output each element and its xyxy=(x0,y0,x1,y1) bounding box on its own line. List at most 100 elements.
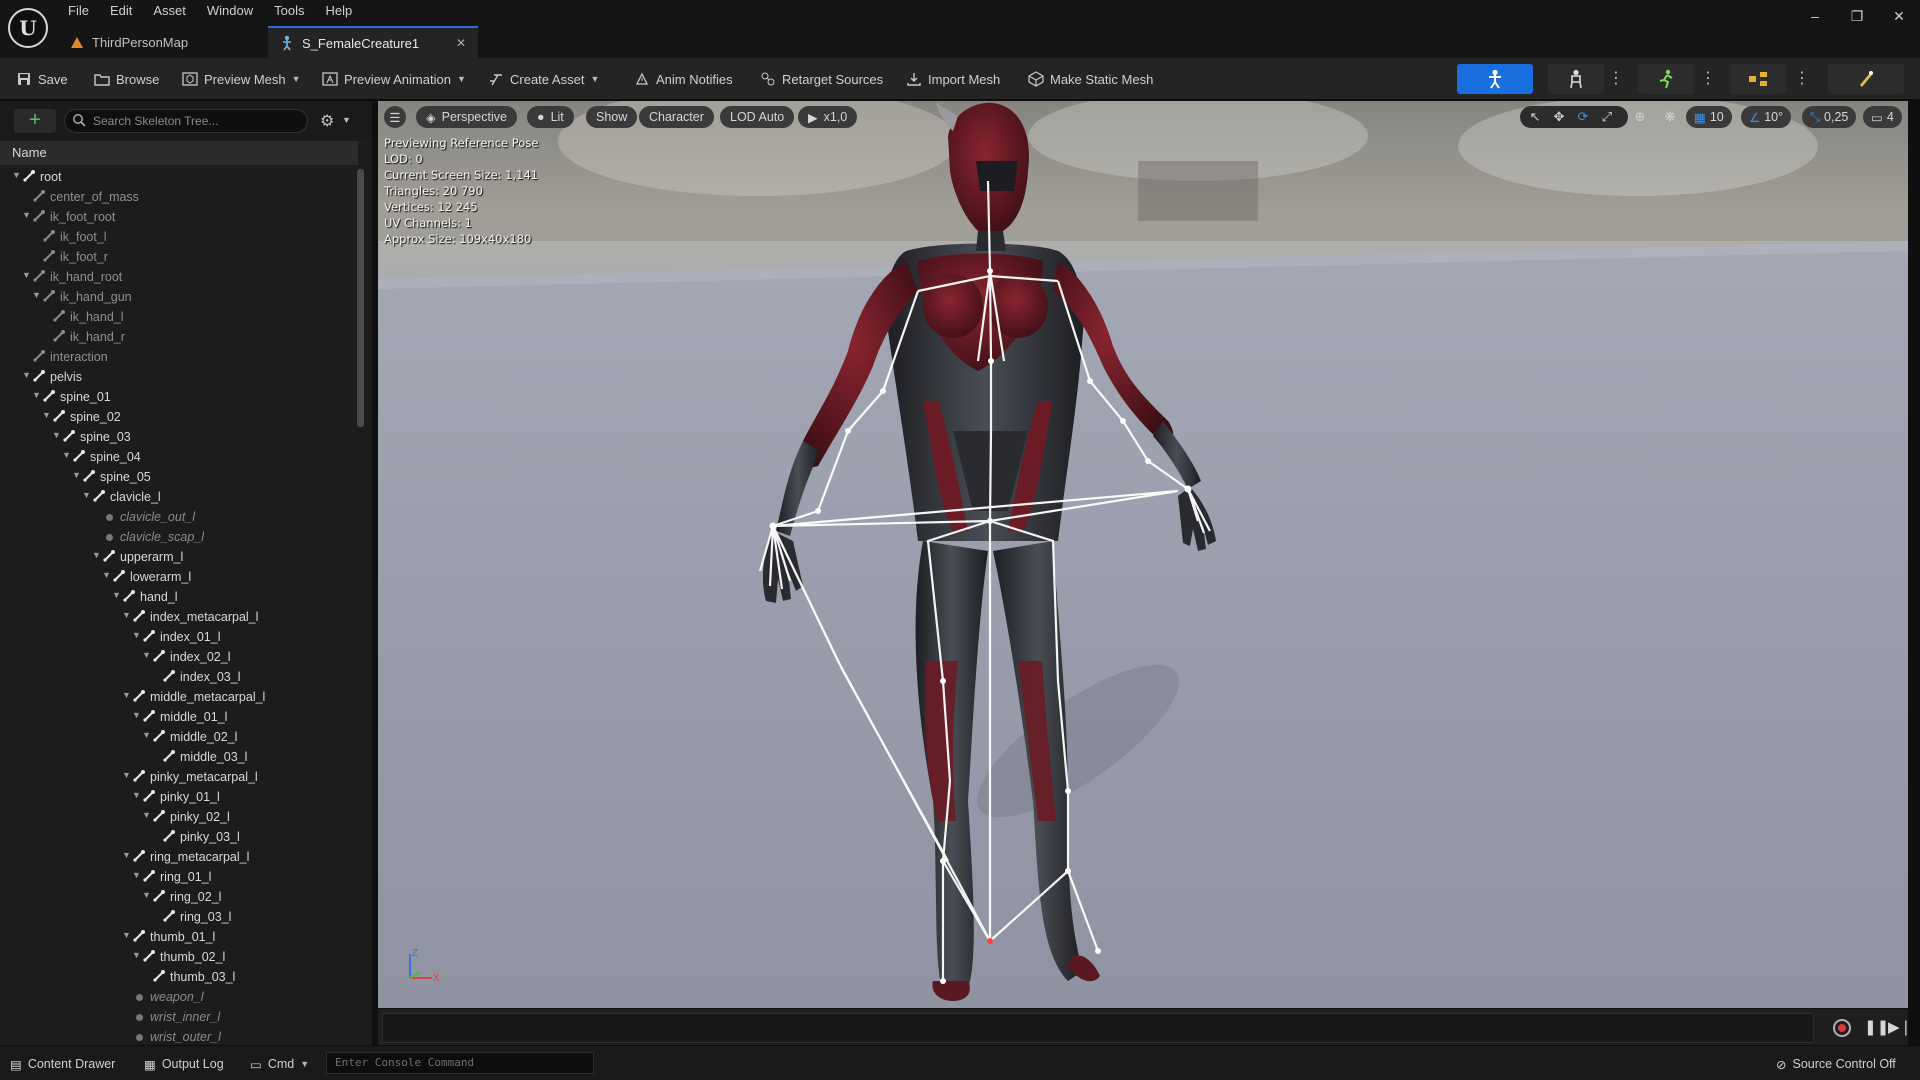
bone-row[interactable]: ▼ spine_04 xyxy=(0,447,358,467)
bone-row[interactable]: ▼ index_01_l xyxy=(0,627,358,647)
show-button[interactable]: Show xyxy=(586,106,638,128)
expand-arrow-icon[interactable]: ▼ xyxy=(42,410,51,420)
bone-row[interactable]: ik_hand_r xyxy=(0,327,358,347)
output-log-button[interactable]: ▦ Output Log xyxy=(144,1055,224,1073)
bone-row[interactable]: ▼ pinky_02_l xyxy=(0,807,358,827)
expand-arrow-icon[interactable]: ▼ xyxy=(12,170,21,180)
mesh-mode-button[interactable] xyxy=(1548,64,1604,94)
close-tab-icon[interactable]: ✕ xyxy=(456,36,466,50)
expand-arrow-icon[interactable]: ▼ xyxy=(132,790,141,800)
menu-file[interactable]: File xyxy=(60,0,102,22)
bone-row[interactable]: ▼ thumb_02_l xyxy=(0,947,358,967)
more-options-icon[interactable]: ⋮ xyxy=(1794,66,1810,92)
bone-row[interactable]: middle_03_l xyxy=(0,747,358,767)
bone-row[interactable]: ik_foot_l xyxy=(0,227,358,247)
skeleton-search-input[interactable]: Search Skeleton Tree... xyxy=(64,109,308,133)
gear-icon[interactable]: ⚙ xyxy=(320,111,334,131)
bone-row[interactable]: ▼ middle_01_l xyxy=(0,707,358,727)
bone-row[interactable]: ▼ hand_l xyxy=(0,587,358,607)
record-button[interactable] xyxy=(1833,1019,1851,1037)
bone-row[interactable]: ▼ ik_hand_root xyxy=(0,267,358,287)
menu-window[interactable]: Window xyxy=(199,0,266,22)
browse-button[interactable]: Browse xyxy=(94,67,159,91)
bone-row[interactable]: ▼ spine_03 xyxy=(0,427,358,447)
console-command-input[interactable]: Enter Console Command xyxy=(326,1052,594,1074)
menu-asset[interactable]: Asset xyxy=(145,0,199,22)
socket-row[interactable]: wrist_inner_l xyxy=(0,1007,358,1027)
bone-row[interactable]: ▼ spine_05 xyxy=(0,467,358,487)
socket-row[interactable]: clavicle_out_l xyxy=(0,507,358,527)
skeleton-mode-button[interactable] xyxy=(1457,64,1533,94)
close-window-button[interactable]: ✕ xyxy=(1878,0,1920,32)
expand-arrow-icon[interactable]: ▼ xyxy=(142,650,151,660)
bone-row[interactable]: ▼ ring_02_l xyxy=(0,887,358,907)
expand-arrow-icon[interactable]: ▼ xyxy=(22,270,31,280)
bone-row[interactable]: ▼ pelvis xyxy=(0,367,358,387)
translate-tool-icon[interactable]: ✥ xyxy=(1550,108,1568,126)
preview-viewport[interactable]: ☰ ◈ Perspective ● Lit Show Character LOD… xyxy=(378,101,1908,1008)
source-control-button[interactable]: ⊘ Source Control Off xyxy=(1776,1055,1896,1073)
step-forward-button[interactable]: ▶❘ xyxy=(1888,1018,1912,1038)
bone-row[interactable]: ▼ ring_01_l xyxy=(0,867,358,887)
restore-button[interactable]: ❐ xyxy=(1836,0,1878,32)
bone-row[interactable]: interaction xyxy=(0,347,358,367)
expand-arrow-icon[interactable]: ▼ xyxy=(122,770,131,780)
physics-mode-button[interactable] xyxy=(1828,64,1904,94)
save-button[interactable]: Save xyxy=(16,67,68,91)
camera-speed-button[interactable]: ▭ 4 xyxy=(1863,106,1902,128)
bone-row[interactable]: ▼ index_metacarpal_l xyxy=(0,607,358,627)
expand-arrow-icon[interactable]: ▼ xyxy=(62,450,71,460)
bone-row[interactable]: ▼ clavicle_l xyxy=(0,487,358,507)
lod-button[interactable]: LOD Auto xyxy=(720,106,795,128)
bone-row[interactable]: ▼ index_02_l xyxy=(0,647,358,667)
grid-snap-button[interactable]: ▦ 10 xyxy=(1686,106,1732,128)
socket-row[interactable]: wrist_outer_l xyxy=(0,1027,358,1043)
perspective-button[interactable]: ◈ Perspective xyxy=(416,106,517,128)
play-rate-button[interactable]: ▶ x1,0 xyxy=(798,106,858,128)
expand-arrow-icon[interactable]: ▼ xyxy=(132,950,141,960)
import-mesh-button[interactable]: Import Mesh xyxy=(906,67,1000,91)
expand-arrow-icon[interactable]: ▼ xyxy=(52,430,61,440)
expand-arrow-icon[interactable]: ▼ xyxy=(102,570,111,580)
bone-row[interactable]: ik_foot_r xyxy=(0,247,358,267)
expand-arrow-icon[interactable]: ▼ xyxy=(22,370,31,380)
retarget-sources-button[interactable]: Retarget Sources xyxy=(760,67,883,91)
bone-row[interactable]: ring_03_l xyxy=(0,907,358,927)
expand-arrow-icon[interactable]: ▼ xyxy=(32,390,41,400)
expand-arrow-icon[interactable]: ▼ xyxy=(72,470,81,480)
cmd-dropdown[interactable]: ▭ Cmd ▼ xyxy=(250,1055,309,1073)
rotate-tool-icon[interactable]: ⟳ xyxy=(1574,108,1592,126)
rotation-snap-button[interactable]: ∠ 10° xyxy=(1741,106,1792,128)
expand-arrow-icon[interactable]: ▼ xyxy=(82,490,91,500)
preview-animation-button[interactable]: Preview Animation ▼ xyxy=(322,67,466,91)
expand-arrow-icon[interactable]: ▼ xyxy=(92,550,101,560)
bone-row[interactable]: ▼ ik_hand_gun xyxy=(0,287,358,307)
expand-arrow-icon[interactable]: ▼ xyxy=(22,210,31,220)
bone-row[interactable]: ▼ middle_metacarpal_l xyxy=(0,687,358,707)
bone-row[interactable]: ▼ spine_01 xyxy=(0,387,358,407)
character-button[interactable]: Character xyxy=(639,106,714,128)
expand-arrow-icon[interactable]: ▼ xyxy=(112,590,121,600)
timeline-scrubber[interactable] xyxy=(382,1013,1814,1043)
chevron-down-icon[interactable]: ▼ xyxy=(342,115,351,125)
content-drawer-button[interactable]: ▤ Content Drawer xyxy=(10,1055,115,1073)
tab-third-person-map[interactable]: ThirdPersonMap xyxy=(58,26,268,58)
socket-row[interactable]: weapon_l xyxy=(0,987,358,1007)
expand-arrow-icon[interactable]: ▼ xyxy=(132,710,141,720)
bone-row[interactable]: ▼ pinky_01_l xyxy=(0,787,358,807)
scale-tool-icon[interactable]: ⤢ xyxy=(1598,108,1616,126)
expand-arrow-icon[interactable]: ▼ xyxy=(122,850,131,860)
preview-mesh-button[interactable]: Preview Mesh ▼ xyxy=(182,67,301,91)
bone-row[interactable]: ▼ pinky_metacarpal_l xyxy=(0,767,358,787)
minimize-button[interactable]: – xyxy=(1794,0,1836,32)
anim-notifies-button[interactable]: Anim Notifies xyxy=(634,67,733,91)
bone-row[interactable]: ▼ thumb_01_l xyxy=(0,927,358,947)
coordinate-space-icon[interactable]: ⊕ xyxy=(1631,108,1649,126)
expand-arrow-icon[interactable]: ▼ xyxy=(142,730,151,740)
unreal-logo-icon[interactable] xyxy=(8,8,48,48)
bone-row[interactable]: ▼ ik_foot_root xyxy=(0,207,358,227)
expand-arrow-icon[interactable]: ▼ xyxy=(132,630,141,640)
expand-arrow-icon[interactable]: ▼ xyxy=(122,610,131,620)
bone-row[interactable]: ▼ upperarm_l xyxy=(0,547,358,567)
create-asset-button[interactable]: Create Asset ▼ xyxy=(488,67,599,91)
